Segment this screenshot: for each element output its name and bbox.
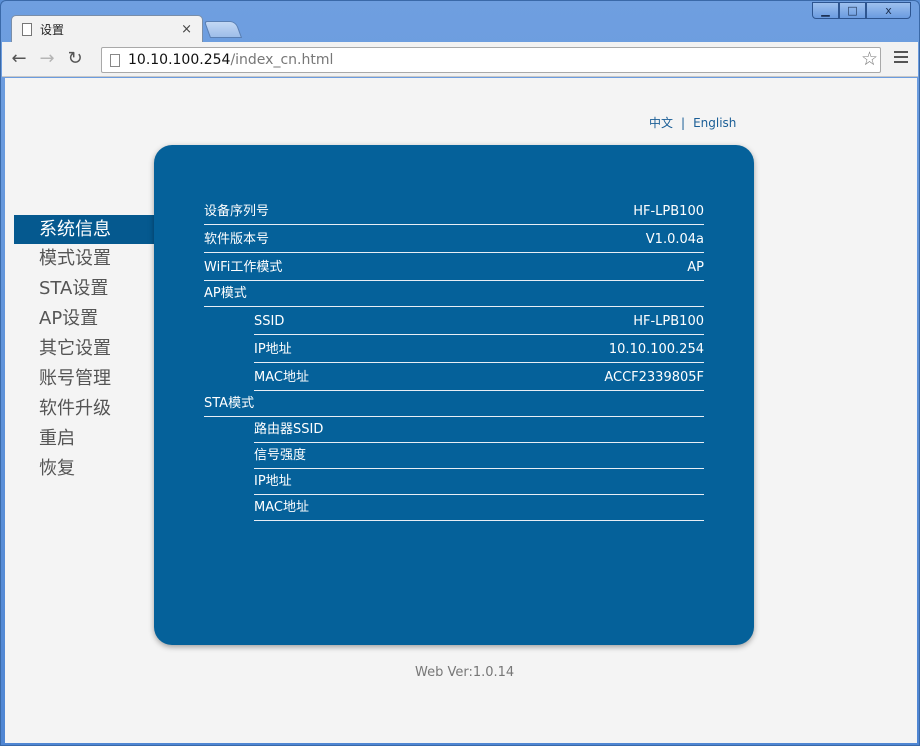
section-label: AP模式 — [204, 286, 247, 301]
minimize-button[interactable]: ▁ — [812, 2, 839, 19]
page-icon — [110, 53, 120, 67]
back-arrow-icon[interactable]: ← — [8, 48, 30, 70]
info-section-sta: STA模式 — [204, 391, 704, 417]
browser-window: ▁ □ x 设置 × ← → ↻ 10.10.100.254 /index_cn… — [0, 0, 920, 746]
sidebar-item-restart[interactable]: 重启 — [14, 424, 154, 454]
row-label: 设备序列号 — [204, 204, 270, 219]
row-label: IP地址 — [254, 474, 292, 489]
row-label: 信号强度 — [254, 448, 307, 463]
sidebar-item-upgrade[interactable]: 软件升级 — [14, 394, 154, 424]
row-label: IP地址 — [254, 342, 292, 357]
info-row-sta-ip: IP地址 — [254, 469, 704, 495]
sidebar-item-ap-settings[interactable]: AP设置 — [14, 304, 154, 334]
info-row-sta-ssid: 路由器SSID — [254, 417, 704, 443]
url-host: 10.10.100.254 — [128, 52, 231, 68]
row-label: WiFi工作模式 — [204, 260, 283, 275]
info-row-ap-ip: IP地址 10.10.100.254 — [254, 335, 704, 363]
info-row-sta-signal: 信号强度 — [254, 443, 704, 469]
sidebar-item-other-settings[interactable]: 其它设置 — [14, 334, 154, 364]
row-label: MAC地址 — [254, 370, 309, 385]
reload-icon[interactable]: ↻ — [64, 48, 86, 70]
menu-icon[interactable] — [894, 51, 908, 66]
address-bar[interactable]: 10.10.100.254 /index_cn.html ☆ — [101, 47, 881, 73]
page-icon — [22, 23, 32, 36]
language-switch: 中文 | English — [649, 114, 736, 131]
info-row-version: 软件版本号 V1.0.04a — [204, 225, 704, 253]
info-row-sta-mac: MAC地址 — [254, 495, 704, 521]
url-path: /index_cn.html — [230, 52, 334, 68]
section-label: STA模式 — [204, 396, 255, 411]
lang-cn-link[interactable]: 中文 — [649, 116, 673, 130]
lang-en-link[interactable]: English — [693, 116, 736, 130]
row-label: 软件版本号 — [204, 232, 270, 247]
close-window-button[interactable]: x — [866, 2, 911, 19]
maximize-button[interactable]: □ — [839, 2, 866, 19]
sidebar-item-account[interactable]: 账号管理 — [14, 364, 154, 394]
sidebar-item-mode-settings[interactable]: 模式设置 — [14, 244, 154, 274]
browser-toolbar: ← → ↻ 10.10.100.254 /index_cn.html ☆ — [2, 42, 918, 77]
row-value: V1.0.04a — [645, 232, 704, 247]
sidebar-item-sta-settings[interactable]: STA设置 — [14, 274, 154, 304]
system-info-panel: 设备序列号 HF-LPB100 软件版本号 V1.0.04a WiFi工作模式 … — [154, 145, 754, 645]
tab-title: 设置 — [40, 23, 65, 37]
bookmark-star-icon[interactable]: ☆ — [861, 48, 878, 70]
lang-separator: | — [681, 116, 686, 130]
row-value: HF-LPB100 — [633, 314, 704, 329]
sidebar-menu: 系统信息 模式设置 STA设置 AP设置 其它设置 账号管理 软件升级 重启 恢… — [14, 215, 154, 484]
info-row-ap-ssid: SSID HF-LPB100 — [254, 307, 704, 335]
row-label: SSID — [254, 314, 285, 329]
forward-arrow-icon[interactable]: → — [36, 48, 58, 70]
info-table: 设备序列号 HF-LPB100 软件版本号 V1.0.04a WiFi工作模式 … — [204, 197, 704, 521]
row-value: ACCF2339805F — [604, 370, 704, 385]
window-controls: ▁ □ x — [812, 2, 911, 19]
info-section-ap: AP模式 — [204, 281, 704, 307]
tab-close-icon[interactable]: × — [181, 22, 192, 37]
info-row-serial: 设备序列号 HF-LPB100 — [204, 197, 704, 225]
sidebar-item-restore[interactable]: 恢复 — [14, 454, 154, 484]
info-row-wifi-mode: WiFi工作模式 AP — [204, 253, 704, 281]
sidebar-item-system-info[interactable]: 系统信息 — [14, 215, 154, 244]
row-value: HF-LPB100 — [633, 204, 704, 219]
browser-tab[interactable]: 设置 × — [11, 15, 203, 43]
web-version: Web Ver:1.0.14 — [415, 665, 515, 680]
row-value: 10.10.100.254 — [608, 342, 704, 357]
info-row-ap-mac: MAC地址 ACCF2339805F — [254, 363, 704, 391]
page-content: 中文 | English 系统信息 模式设置 STA设置 AP设置 其它设置 账号管… — [5, 78, 917, 743]
new-tab-button[interactable] — [203, 21, 243, 38]
row-label: 路由器SSID — [254, 422, 324, 437]
row-label: MAC地址 — [254, 500, 309, 515]
row-value: AP — [687, 260, 704, 275]
